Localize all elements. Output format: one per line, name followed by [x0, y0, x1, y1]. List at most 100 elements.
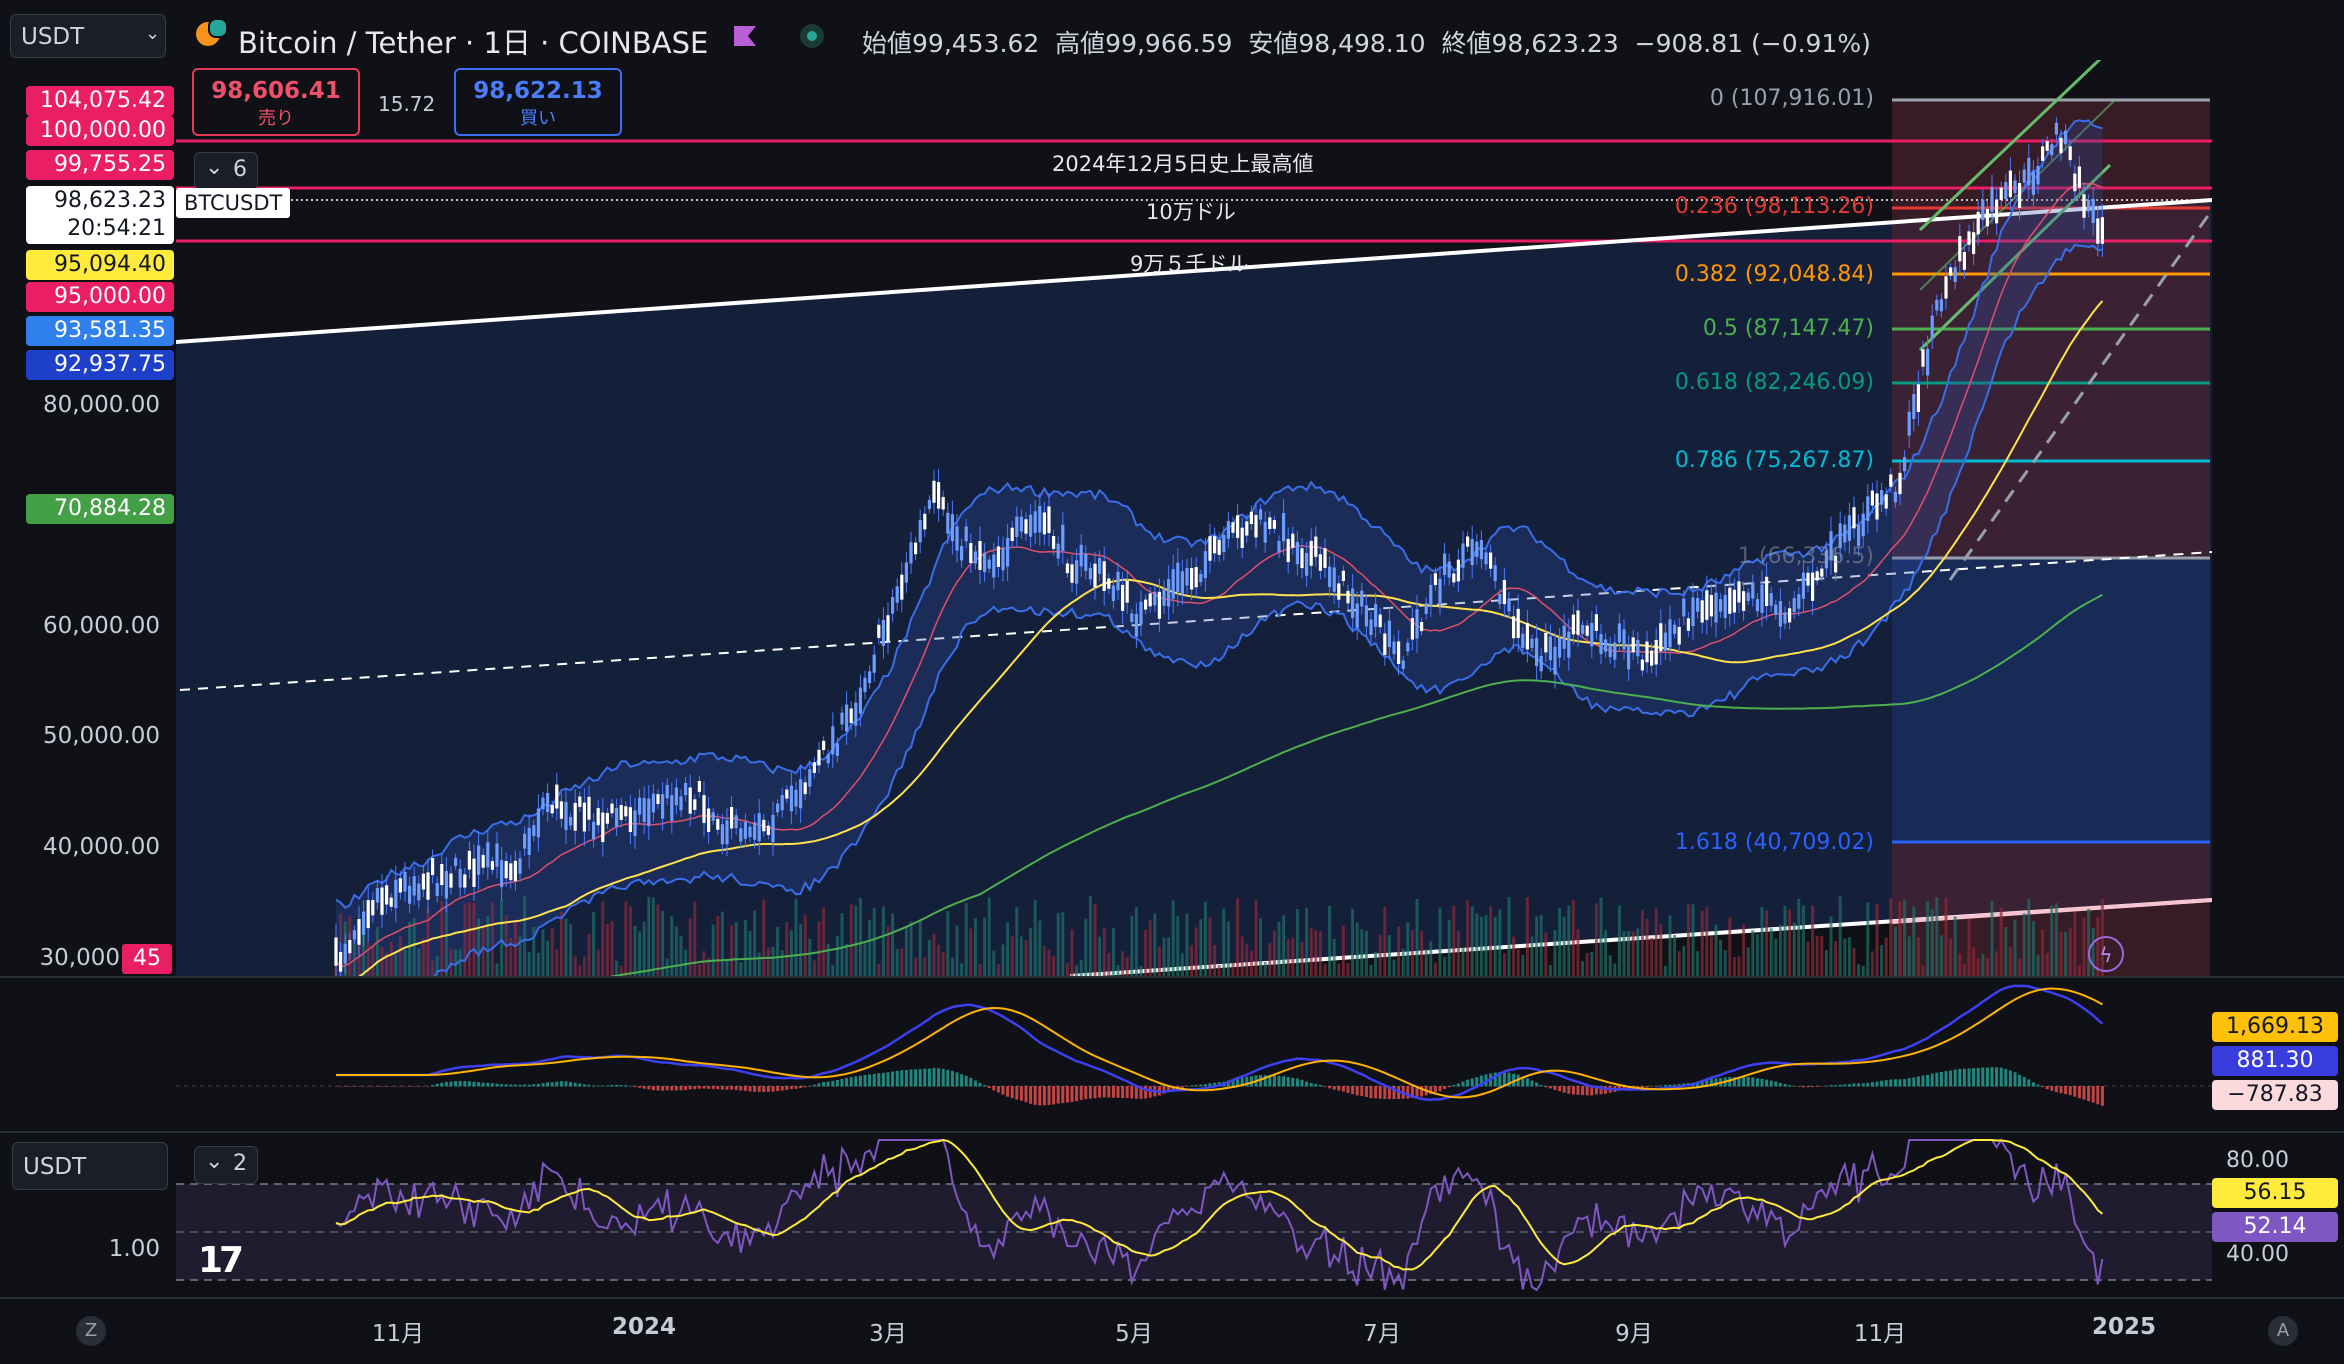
volume-bar [1323, 964, 1327, 976]
volume-bar [1033, 899, 1037, 976]
candle-body [693, 799, 697, 810]
macd-histogram-bar [656, 1086, 660, 1091]
macd-histogram-bar [472, 1081, 476, 1087]
lightning-icon[interactable]: ϟ [2088, 936, 2124, 972]
macd-histogram-bar [509, 1084, 513, 1087]
candle-body [1328, 566, 1332, 587]
candle-body [868, 671, 872, 683]
candle-body [1185, 567, 1189, 586]
volume-bar [1291, 937, 1295, 976]
volume-bar [1351, 908, 1355, 976]
volume-bar [1157, 946, 1161, 976]
macd-histogram-bar [1889, 1079, 1893, 1087]
candle-body [711, 812, 715, 821]
volume-bar [536, 952, 540, 976]
macd-histogram-bar [592, 1085, 596, 1087]
candle-body [1107, 578, 1111, 589]
volume-bar [1981, 953, 1985, 976]
candle-body [1222, 534, 1226, 553]
macd-histogram-bar [693, 1086, 697, 1090]
volume-bar [1341, 925, 1345, 976]
macd-histogram-bar [1093, 1086, 1097, 1099]
price-scale-pill: 95,000.00 [26, 282, 174, 312]
candle-body [2004, 182, 2008, 200]
candle-body [849, 708, 853, 724]
volume-bar [527, 952, 531, 976]
candle-body [2077, 166, 2081, 188]
volume-bar [743, 919, 747, 976]
candle-body [1180, 571, 1184, 594]
macd-histogram-bar [1272, 1075, 1276, 1087]
volume-bar [1162, 937, 1166, 976]
macd-histogram-bar [1364, 1086, 1368, 1097]
volume-bar [592, 911, 596, 976]
macd-histogram-bar [601, 1085, 605, 1087]
macd-histogram-bar [1893, 1079, 1897, 1087]
auto-scale-right-button[interactable]: A [2268, 1316, 2298, 1346]
candle-body [421, 873, 425, 890]
candle-body [1912, 394, 1916, 419]
macd-histogram-bar [532, 1084, 536, 1087]
price-tick-50000: 50,000.00 [42, 723, 160, 749]
candle-body [1594, 614, 1598, 631]
macd-histogram-bar [2100, 1086, 2104, 1106]
candle-body [716, 818, 720, 830]
volume-bar [440, 901, 444, 976]
candle-body [1475, 541, 1479, 558]
volume-bar [472, 902, 476, 976]
macd-histogram-bar [785, 1086, 789, 1090]
candle-body [1723, 594, 1727, 618]
volume-bar [513, 922, 517, 976]
volume-bar [1249, 950, 1253, 976]
volume-bar [1585, 953, 1589, 976]
auto-scale-left-button[interactable]: Z [76, 1316, 106, 1346]
macd-histogram-bar [375, 1086, 379, 1087]
indicator-toggle[interactable]: ⌄ 6 [194, 152, 258, 190]
candle-body [1406, 642, 1410, 652]
macd-histogram-bar [633, 1086, 637, 1087]
macd-histogram-bar [1029, 1086, 1033, 1104]
macd-histogram-bar [458, 1080, 462, 1087]
macd-histogram-bar [1346, 1086, 1350, 1094]
volume-bar [1378, 934, 1382, 976]
volume-bar [1337, 963, 1341, 976]
candle-body [2027, 157, 2031, 186]
candle-body [1668, 619, 1672, 648]
volume-bar [1383, 906, 1387, 976]
macd-histogram-bar [964, 1075, 968, 1087]
candle-body [799, 779, 803, 809]
price-scale-pill: 99,755.25 [26, 150, 174, 180]
volume-bar [1185, 913, 1189, 976]
rsi-tick-80: 80.00 [2226, 1148, 2289, 1173]
volume-bar [688, 918, 692, 976]
volume-bar [546, 940, 550, 976]
candle-body [1231, 522, 1235, 533]
candle-body [490, 861, 494, 870]
rsi-toggle[interactable]: ⌄ 2 [194, 1146, 258, 1184]
candle-body [1585, 625, 1589, 636]
volume-bar [2004, 927, 2008, 976]
candle-body [2018, 183, 2022, 208]
candle-body [900, 574, 904, 600]
macd-histogram-bar [1033, 1086, 1037, 1105]
volume-bar [380, 946, 384, 976]
candle-body [1507, 598, 1511, 612]
candle-body [1088, 567, 1092, 580]
macd-histogram-bar [343, 1086, 347, 1087]
rsi-toggle-count: 2 [233, 1151, 247, 1176]
volume-bar [845, 943, 849, 976]
macd-histogram-bar [697, 1086, 701, 1089]
rsi-symbol-selector[interactable]: USDT [12, 1142, 168, 1190]
macd-histogram-bar [1061, 1086, 1065, 1104]
macd-histogram-bar [1286, 1077, 1290, 1087]
macd-histogram-bar [1079, 1086, 1083, 1101]
macd-histogram-bar [638, 1086, 642, 1088]
volume-bar [840, 913, 844, 976]
volume-bar [1627, 931, 1631, 976]
candle-body [1309, 540, 1313, 566]
volume-bar [1884, 937, 1888, 976]
volume-bar [950, 957, 954, 976]
volume-bar [1811, 905, 1815, 976]
candle-body [1042, 512, 1046, 535]
macd-histogram-bar [973, 1080, 977, 1087]
